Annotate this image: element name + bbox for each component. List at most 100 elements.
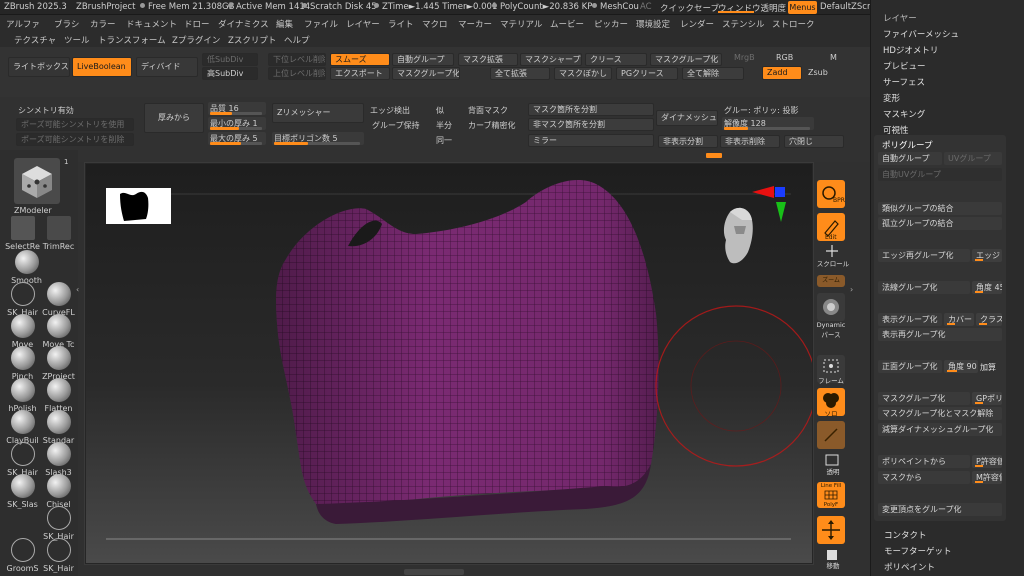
target-poly-slider[interactable]: 目標ポリゴン数 5 [272, 132, 364, 145]
solo-button[interactable]: ソロ [817, 388, 845, 418]
zadd-button[interactable]: Zadd [762, 66, 802, 80]
menu-texture[interactable]: テクスチャ [14, 34, 56, 46]
brush-groomspike[interactable]: GroomS [4, 538, 41, 576]
transp-toggle[interactable] [817, 421, 845, 449]
mirror-button[interactable]: ミラー [528, 134, 654, 147]
menu-brush[interactable]: ブラシ [54, 18, 79, 30]
mrgb-label[interactable]: MrgB [734, 53, 755, 62]
brush-sk-hair-4[interactable]: SK_Hair [40, 538, 77, 576]
edge-regroup-button[interactable]: エッジ再グループ化 [878, 249, 970, 262]
release-all-button[interactable]: 全て解除 [682, 67, 744, 80]
angle2-slider[interactable]: 角度 90 [944, 360, 978, 373]
mask-group2-button[interactable]: マスクグループ化 [650, 53, 722, 66]
dynamesh-options[interactable]: グルー: ポリッ: 投影 [724, 105, 798, 116]
isolated-merge-button[interactable]: 孤立グループの結合 [878, 217, 1002, 230]
zmodeler-tool-thumb[interactable] [14, 158, 60, 204]
scroll-button[interactable]: スクロール [816, 243, 849, 269]
pg-crease-button[interactable]: PGクリース [616, 67, 678, 80]
menu-macro[interactable]: マクロ [422, 18, 448, 30]
bpr-button[interactable]: BPR [817, 180, 845, 208]
menu-alpha[interactable]: アルファ [6, 18, 40, 30]
upper-level-delete-button[interactable]: 上位レベル削除 [268, 67, 326, 80]
palette-item-fibermesh[interactable]: ファイバーメッシュ [883, 28, 959, 40]
curve-refine-toggle[interactable]: カーブ精密化 [468, 120, 516, 131]
hide-delete-button[interactable]: 非表示削除 [720, 135, 780, 148]
palette-item-deformation[interactable]: 変形 [883, 92, 900, 104]
menu-stroke[interactable]: ストローク [772, 18, 815, 30]
uv-group-button[interactable]: UVグループ [944, 152, 1002, 165]
export-button[interactable]: エクスポート [330, 67, 390, 80]
frame-button[interactable]: フレーム [817, 355, 845, 385]
quicksave-button[interactable]: クイックセーブ [660, 2, 719, 14]
m-tolerance-slider[interactable]: M許容値 [972, 471, 1002, 484]
normal-group-button[interactable]: 法線グループ化 [878, 281, 970, 294]
min-thickness-slider[interactable]: 最小の厚み 1 [208, 117, 266, 130]
palette-item-masking[interactable]: マスキング [883, 108, 925, 120]
low-subdiv-button[interactable]: 低SubDiv [202, 53, 258, 66]
polygroup-title[interactable]: ポリグループ [882, 139, 933, 151]
front-group-button[interactable]: 正面グループ化 [878, 360, 942, 373]
hide-split-button[interactable]: 非表示分割 [658, 135, 718, 148]
visible-regroup-button[interactable]: 表示再グループ化 [878, 328, 1002, 341]
similar-toggle[interactable]: 似 [436, 105, 444, 116]
mask-group-button[interactable]: マスクグループ化 [392, 67, 460, 80]
pose-symmetry-delete-button[interactable]: ポーズ可能シンメトリを削除 [16, 133, 134, 146]
menu-zplugin[interactable]: Zプラグイン [172, 34, 220, 46]
menu-movie[interactable]: ムービー [550, 18, 584, 30]
crease-button[interactable]: クリース [585, 53, 647, 66]
menu-stencil[interactable]: ステンシル [722, 18, 765, 30]
zsub-button[interactable]: Zsub [808, 68, 828, 77]
dynamic-persp-label[interactable]: Dynamic パース [814, 321, 848, 341]
visible-group-button[interactable]: 表示グループ化 [878, 313, 942, 326]
edge-slider[interactable]: エッジ [972, 249, 1002, 262]
menu-render[interactable]: レンダー [680, 18, 714, 30]
dynamesh-button[interactable]: ダイナメッシュ [656, 110, 718, 126]
gp-slider[interactable]: GPポリ [972, 392, 1002, 405]
half-toggle[interactable]: 半分 [436, 120, 452, 131]
lightbox-button[interactable]: ライトボックス [8, 57, 70, 77]
cluster-slider[interactable]: クラスタ [976, 313, 1002, 326]
menu-material[interactable]: マテリアル [500, 18, 542, 30]
menu-preferences[interactable]: 環境設定 [636, 18, 670, 30]
add-toggle[interactable]: 加算 [980, 362, 996, 373]
brush-sk-slash[interactable]: SK_Slas [4, 474, 41, 512]
mask-sharpen-button[interactable]: マスクシャープ [520, 53, 582, 66]
max-thickness-slider[interactable]: 最大の厚み 5 [208, 132, 266, 145]
menu-light[interactable]: ライト [388, 18, 414, 30]
axis-gizmo-icon[interactable] [752, 184, 792, 230]
auto-uv-group-button[interactable]: 自動UVグループ [878, 168, 1002, 181]
menu-layer[interactable]: レイヤー [346, 18, 380, 30]
from-mask-button[interactable]: マスクから [878, 471, 970, 484]
resolution-slider[interactable]: 解像度 128 [722, 117, 814, 130]
menu-picker[interactable]: ピッカー [594, 18, 628, 30]
brush-trimrect[interactable]: TrimRec [40, 216, 77, 254]
lower-level-delete-button[interactable]: 下位レベル削除 [268, 53, 326, 66]
move-button[interactable] [817, 516, 845, 544]
same-toggle[interactable]: 同一 [436, 135, 452, 146]
palette-item-polypaint[interactable]: ポリペイント [884, 561, 935, 573]
expand-all-button[interactable]: 全て拡張 [490, 67, 550, 80]
palette-item-layer[interactable]: レイヤー [883, 12, 917, 24]
palette-item-morph-target[interactable]: モーフターゲット [884, 545, 952, 557]
smooth-button[interactable]: スムーズ [330, 53, 390, 66]
zoom-button[interactable]: ズーム [817, 275, 845, 287]
angle-slider[interactable]: 角度 45 [972, 281, 1002, 294]
liveboolean-button[interactable]: LiveBoolean [72, 57, 132, 77]
pose-symmetry-use-button[interactable]: ポーズ可能シンメトリを使用 [16, 118, 134, 131]
menu-transform[interactable]: トランスフォーム [98, 34, 166, 46]
reduce-dynamesh-group-button[interactable]: 減算ダイナメッシュグループ化 [878, 423, 1002, 436]
move-label-area[interactable]: 移動 [816, 549, 848, 571]
collapse-right-arrow-icon[interactable]: › [850, 285, 853, 294]
strip-collapse-handle[interactable] [706, 153, 722, 158]
group-keep-toggle[interactable]: グループ保持 [372, 120, 420, 131]
palette-item-hd-geometry[interactable]: HDジオメトリ [883, 44, 938, 56]
menus-button[interactable]: Menus [788, 1, 817, 14]
brush-selectrect[interactable]: SelectRe [4, 216, 41, 254]
thickness-from-button[interactable]: 厚みから [144, 103, 204, 133]
rgb-label[interactable]: RGB [776, 53, 793, 62]
viewport-canvas[interactable] [86, 164, 812, 563]
menu-tool[interactable]: ツール [64, 34, 90, 46]
menu-dynamics[interactable]: ダイナミクス [218, 18, 269, 30]
from-polypaint-button[interactable]: ポリペイントから [878, 455, 970, 468]
canvas-bottom-handle[interactable] [404, 569, 464, 575]
